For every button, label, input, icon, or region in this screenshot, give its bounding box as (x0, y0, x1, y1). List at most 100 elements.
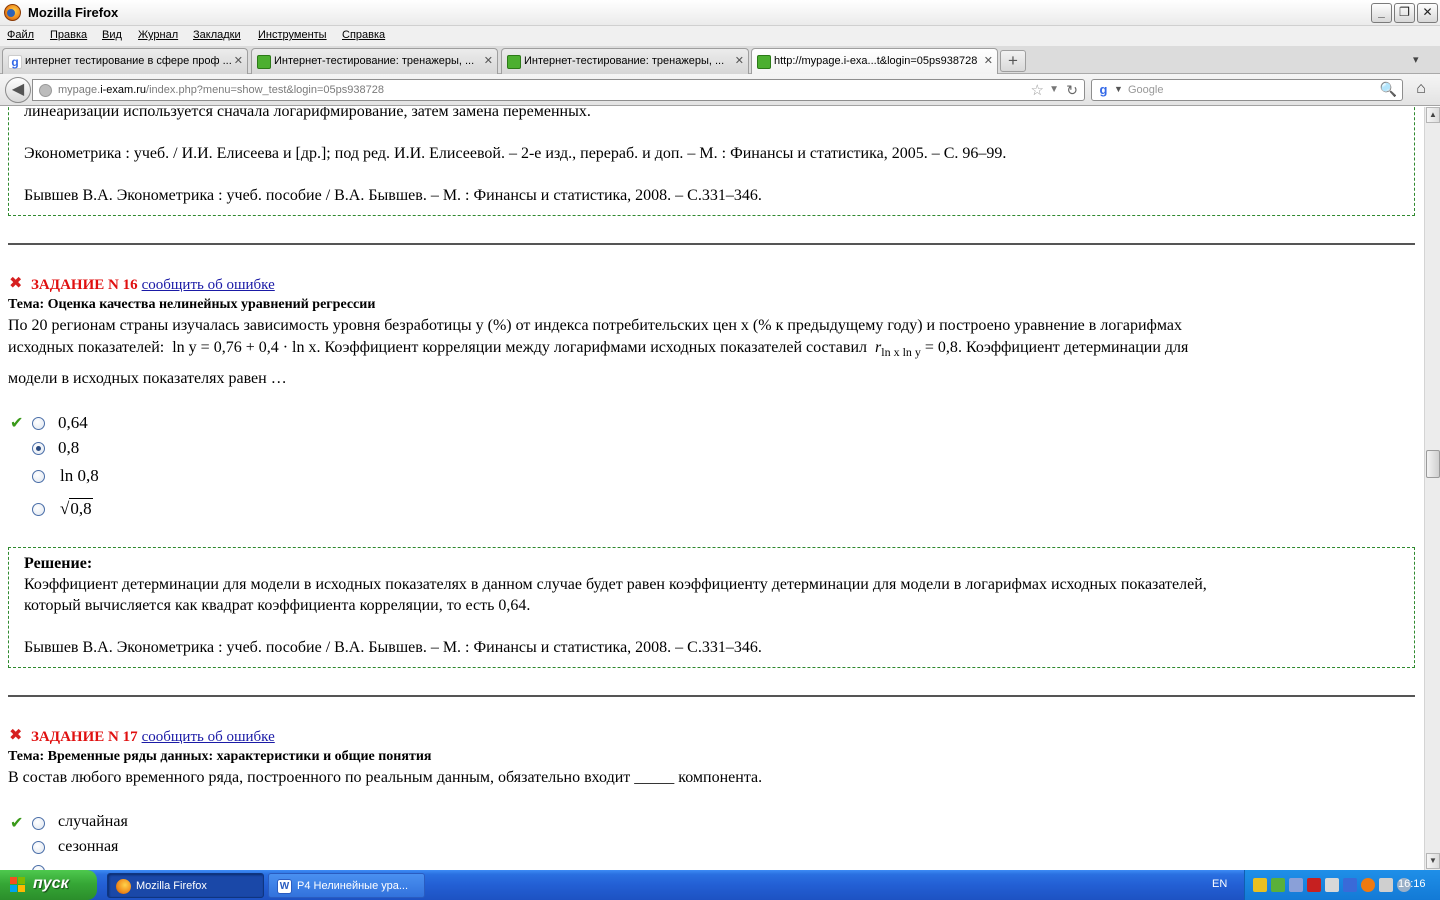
menu-bookmarks[interactable]: Закладки (193, 29, 241, 41)
iexam-icon (257, 55, 271, 69)
report-error-link[interactable]: сообщить об ошибке (142, 277, 275, 293)
wrong-answer-icon: ✖ (9, 725, 23, 744)
google-icon: g (8, 55, 22, 69)
tab-label: Интернет-тестирование: тренажеры, ... (274, 55, 475, 67)
scrollbar-thumb[interactable] (1426, 450, 1440, 478)
tabs-dropdown-icon[interactable]: ▾ (1413, 53, 1419, 66)
task-17-title: ЗАДАНИЕ N 17 (31, 729, 138, 745)
reload-icon[interactable]: ↻ (1066, 82, 1078, 99)
window-title: Mozilla Firefox (28, 5, 119, 20)
close-window-button[interactable]: ✕ (1417, 3, 1438, 23)
word-document-icon: W (277, 879, 292, 894)
tray-volume-icon[interactable] (1379, 878, 1393, 892)
clock: 16:16 (1398, 878, 1426, 890)
task-16-header: ЗАДАНИЕ N 16 сообщить об ошибке (31, 276, 275, 294)
language-indicator[interactable]: EN (1212, 878, 1227, 890)
tab-bar: g интернет тестирование в сфере проф ...… (0, 46, 1440, 75)
tab-label: интернет тестирование в сфере проф ... (25, 55, 232, 67)
search-input[interactable]: Google (1128, 84, 1163, 96)
back-button[interactable]: ◀ (5, 77, 31, 103)
iexam-icon (507, 55, 521, 69)
previous-solution-text: линеаризации используется сначала логари… (24, 107, 591, 120)
answer-radio-3[interactable] (32, 470, 45, 483)
tab-3[interactable]: Интернет-тестирование: тренажеры, ... ✕ (501, 48, 749, 74)
answer-option-1: 0,64 (58, 413, 88, 432)
close-tab-icon[interactable]: ✕ (484, 54, 493, 67)
tray-app-icon[interactable] (1325, 878, 1339, 892)
previous-solution-reference-2: Бывшев В.А. Эконометрика : учеб. пособие… (24, 187, 762, 204)
answer-option-1: случайная (58, 813, 128, 830)
taskbar-item-firefox[interactable]: Mozilla Firefox (107, 873, 264, 898)
menu-bar: Файл Правка Вид Журнал Закладки Инструме… (0, 26, 1440, 46)
tray-app-icon[interactable] (1343, 878, 1357, 892)
task-16-title: ЗАДАНИЕ N 16 (31, 277, 138, 293)
report-error-link[interactable]: сообщить об ошибке (142, 729, 275, 745)
menu-tools[interactable]: Инструменты (258, 29, 327, 41)
answer-radio-2-selected[interactable] (32, 442, 45, 455)
task-17-topic: Тема: Временные ряды данных: характерист… (8, 749, 432, 764)
sqrt-icon: √ (60, 499, 70, 518)
close-tab-icon[interactable]: ✕ (735, 54, 744, 67)
tab-4-active[interactable]: http://mypage.i-exa...t&login=05ps938728… (751, 48, 998, 75)
close-tab-icon[interactable]: ✕ (984, 54, 993, 67)
url-bar[interactable]: mypage.i-exam.ru/index.php?menu=show_tes… (32, 79, 1085, 101)
menu-file[interactable]: Файл (7, 29, 34, 41)
new-tab-button[interactable]: + (1000, 50, 1026, 72)
page-content: линеаризации используется сначала логари… (0, 107, 1424, 870)
menu-help[interactable]: Справка (342, 29, 385, 41)
bookmark-star-icon[interactable]: ☆ (1031, 81, 1044, 99)
tab-1[interactable]: g интернет тестирование в сфере проф ...… (2, 48, 248, 74)
answer-radio-1[interactable] (32, 417, 45, 430)
answer-option-4: √0,8 (60, 498, 93, 518)
answer-option-3: ln 0,8 (60, 466, 99, 485)
firefox-icon (4, 4, 21, 21)
search-icon[interactable]: 🔍 (1380, 81, 1397, 98)
task-17-header: ЗАДАНИЕ N 17 сообщить об ошибке (31, 728, 275, 746)
menu-history[interactable]: Журнал (138, 29, 178, 41)
previous-solution-reference-1: Эконометрика : учеб. / И.И. Елисеева и [… (24, 145, 1007, 162)
task-17-question: В состав любого временного ряда, построе… (8, 769, 763, 786)
answer-radio-2[interactable] (32, 841, 45, 854)
maximize-button[interactable]: ❐ (1394, 3, 1415, 23)
tab-2[interactable]: Интернет-тестирование: тренажеры, ... ✕ (251, 48, 498, 74)
task-16-question-line-2: исходных показателей: ln y = 0,76 + 0,4 … (8, 339, 1189, 360)
taskbar-item-word[interactable]: W P4 Нелинейные ура... (268, 873, 425, 898)
answer-radio-1[interactable] (32, 817, 45, 830)
tray-app-icon[interactable] (1271, 878, 1285, 892)
minimize-button[interactable]: _ (1371, 3, 1392, 23)
menu-edit[interactable]: Правка (50, 29, 87, 41)
scroll-down-icon[interactable]: ▼ (1426, 853, 1440, 869)
home-icon[interactable]: ⌂ (1411, 80, 1431, 100)
answer-radio-4[interactable] (32, 503, 45, 516)
windows-logo-icon (10, 877, 26, 893)
url-history-dropdown-icon[interactable]: ▼ (1049, 84, 1059, 95)
solution-line-2: который вычисляется как квадрат коэффици… (24, 597, 531, 614)
firefox-icon (116, 879, 131, 894)
menu-view[interactable]: Вид (102, 29, 122, 41)
tab-label: Интернет-тестирование: тренажеры, ... (524, 55, 725, 67)
search-engine-dropdown-icon[interactable]: ▼ (1114, 84, 1123, 94)
tray-app-icon[interactable] (1253, 878, 1267, 892)
close-tab-icon[interactable]: ✕ (234, 54, 243, 67)
scroll-up-icon[interactable]: ▲ (1426, 107, 1440, 123)
start-label: пуск (33, 875, 69, 892)
solution-reference: Бывшев В.А. Эконометрика : учеб. пособие… (24, 639, 762, 656)
tray-network-icon[interactable] (1289, 878, 1303, 892)
tab-label: http://mypage.i-exa...t&login=05ps938728 (774, 55, 978, 67)
url-text[interactable]: mypage.i-exam.ru/index.php?menu=show_tes… (58, 84, 384, 96)
search-bar[interactable]: g ▼ Google 🔍 (1091, 79, 1403, 101)
solution-title: Решение: (24, 555, 93, 572)
tray-pdf-icon[interactable] (1307, 878, 1321, 892)
vertical-scrollbar[interactable]: ▲ ▼ (1424, 107, 1440, 870)
task-16-question-line-1: По 20 регионам страны изучалась зависимо… (8, 317, 1183, 334)
task-16-question-line-3: модели в исходных показателях равен … (8, 370, 287, 387)
start-button[interactable]: пуск (0, 870, 97, 900)
correct-answer-check-icon: ✔ (10, 813, 24, 832)
task-16-topic: Тема: Оценка качества нелинейных уравнен… (8, 297, 376, 312)
google-search-engine-icon[interactable]: g (1096, 83, 1111, 98)
site-identity-icon[interactable] (39, 84, 52, 97)
wrong-answer-icon: ✖ (9, 273, 23, 292)
tray-antivirus-icon[interactable] (1361, 878, 1375, 892)
correlation-formula: rln x ln y = 0,8 (875, 339, 958, 360)
window-titlebar: Mozilla Firefox _ ❐ ✕ (0, 0, 1440, 26)
